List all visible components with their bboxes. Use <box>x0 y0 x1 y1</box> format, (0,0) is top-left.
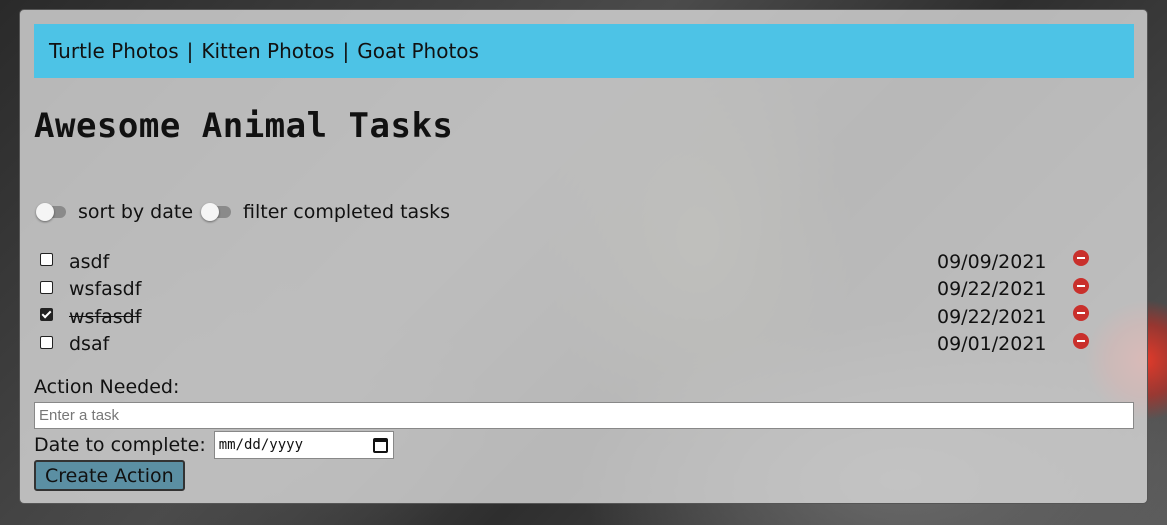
remove-circle-icon[interactable] <box>1073 250 1089 266</box>
task-name: wsfasdf <box>69 278 142 301</box>
task-date: 09/22/2021 <box>937 305 1047 328</box>
toggle-knob <box>201 203 220 221</box>
nav-separator: | <box>186 39 194 63</box>
date-input[interactable]: mm/dd/yyyy <box>213 431 394 459</box>
filter-completed-toggle[interactable] <box>201 203 232 221</box>
navbar: Turtle Photos | Kitten Photos | Goat Pho… <box>34 24 1134 78</box>
sort-by-date-label: sort by date <box>78 201 194 223</box>
task-checkbox[interactable] <box>40 280 53 294</box>
remove-circle-icon[interactable] <box>1073 277 1089 294</box>
task-name: wsfasdf <box>69 305 142 328</box>
date-placeholder: mm/dd/yyyy <box>218 437 304 453</box>
task-checkbox[interactable] <box>40 335 53 349</box>
task-item: asdf 09/09/2021 <box>40 248 1100 276</box>
filter-completed-label: filter completed tasks <box>243 201 450 223</box>
task-item: dsaf 09/01/2021 <box>40 331 1100 359</box>
nav-link-goat-photos[interactable]: Goat Photos <box>357 39 479 63</box>
sort-by-date-toggle[interactable] <box>36 203 66 221</box>
task-date: 09/09/2021 <box>937 250 1047 273</box>
task-checkbox[interactable] <box>40 308 53 322</box>
action-needed-label: Action Needed: <box>34 376 180 398</box>
calendar-icon[interactable] <box>372 437 388 453</box>
task-input[interactable] <box>34 402 1134 429</box>
toggle-bar: sort by date filter completed tasks <box>36 201 460 223</box>
task-name: dsaf <box>69 333 110 356</box>
nav-separator: | <box>342 39 350 63</box>
date-row: Date to complete: mm/dd/yyyy <box>34 431 394 459</box>
task-date: 09/01/2021 <box>937 333 1047 356</box>
nav-link-kitten-photos[interactable]: Kitten Photos <box>201 39 334 63</box>
task-item: wsfasdf 09/22/2021 <box>40 303 1100 331</box>
nav-link-turtle-photos[interactable]: Turtle Photos <box>49 39 179 63</box>
create-action-button[interactable]: Create Action <box>34 460 185 491</box>
task-checkbox[interactable] <box>40 253 53 267</box>
toggle-knob <box>36 203 54 221</box>
task-name: asdf <box>69 250 110 273</box>
app-panel: Turtle Photos | Kitten Photos | Goat Pho… <box>19 9 1148 504</box>
task-list: asdf 09/09/2021 wsfasdf 09/22/2021 wsfas… <box>40 248 1100 358</box>
task-date: 09/22/2021 <box>937 278 1047 301</box>
task-item: wsfasdf 09/22/2021 <box>40 276 1100 304</box>
date-to-complete-label: Date to complete: <box>34 434 206 456</box>
remove-circle-icon[interactable] <box>1073 305 1089 321</box>
page-title: Awesome Animal Tasks <box>34 106 454 146</box>
remove-circle-icon[interactable] <box>1073 332 1089 349</box>
